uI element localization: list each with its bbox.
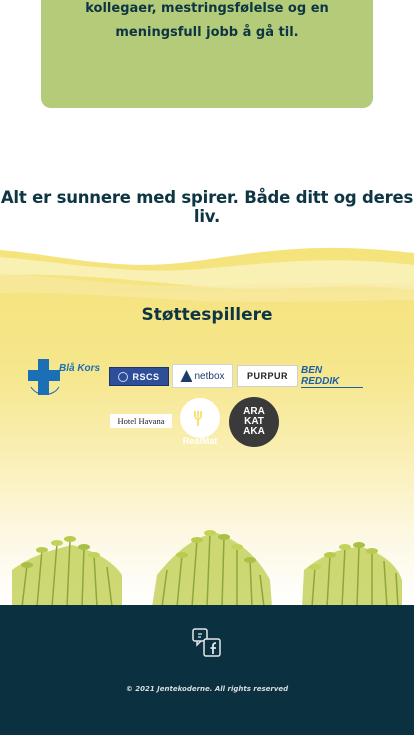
blaa-kors-cross-icon [28,359,60,395]
logo-netbox[interactable]: netbox [172,364,233,388]
intro-card: kollegaer, mestringsfølelse og en mening… [41,0,373,108]
logo-rscs[interactable]: RSCS [109,367,169,386]
netbox-label: netbox [194,370,225,382]
logo-blaa-kors[interactable]: Blå Kors [27,356,107,398]
sprouts-image [12,530,402,607]
sprout-cluster-right [302,542,402,607]
sprout-cluster-left [12,536,122,607]
wave-decoration [0,235,414,302]
rscs-label: RSCS [132,371,160,382]
logo-ben-reddik[interactable]: BEN REDDIK [301,365,363,388]
copyright-text: © 2021 Jentekoderne. All rights reserved [125,685,289,693]
hotel-havana-label: Hotel Havana [117,416,165,426]
blaa-kors-label: Blå Kors [59,362,101,374]
facebook-chat-icon[interactable] [191,627,223,659]
rscs-emblem-icon [118,371,129,382]
purpur-label: PURPUR [246,371,288,381]
logo-purpur[interactable]: PURPUR [237,365,298,387]
arakataka-line-3: AKA [243,426,265,437]
logo-realmat[interactable]: RealMat [176,396,224,448]
logo-hotel-havana[interactable]: Hotel Havana [110,414,172,428]
realmat-label: RealMat [182,436,218,446]
footer [0,605,414,735]
intro-card-text: kollegaer, mestringsfølelse og en mening… [85,1,329,40]
ben-reddik-label: BEN REDDIK [301,365,363,388]
slogan: Alt er sunnere med spirer. Både ditt og … [0,188,414,226]
logo-arakataka[interactable]: ARA KAT AKA [229,397,279,447]
sprout-cluster-middle [152,530,272,607]
realmat-fork-icon [180,398,220,438]
netbox-emblem-icon [180,370,193,382]
supporters-title: Støttespillere [141,305,273,325]
